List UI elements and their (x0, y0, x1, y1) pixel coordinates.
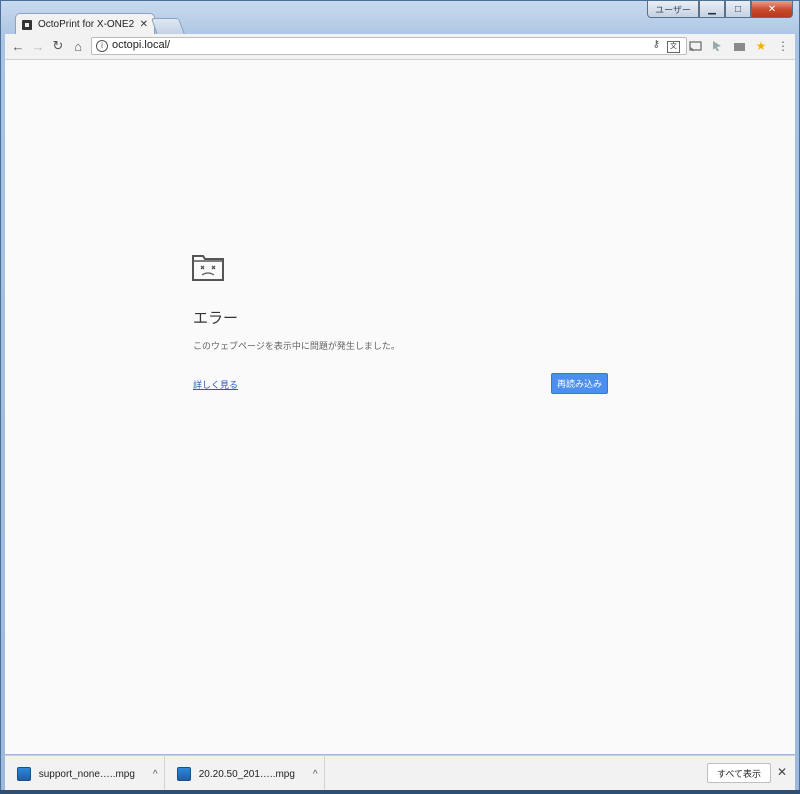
maximize-button[interactable]: □ (725, 1, 751, 18)
download-options-chevron-icon[interactable]: ^ (146, 769, 164, 780)
tab-octoprint[interactable]: OctoPrint for X-ONE2 ✕ (15, 13, 155, 35)
error-title: エラー (193, 310, 239, 327)
tab-strip: OctoPrint for X-ONE2 ✕ (9, 13, 649, 35)
key-icon[interactable]: ⚷ (653, 39, 660, 50)
extension-cursor-icon[interactable] (709, 38, 725, 54)
address-bar[interactable]: i octopi.local/ ⚷ 文 (91, 37, 687, 55)
download-filename: 20.20.50_201…..mpg (198, 768, 295, 780)
video-file-icon (177, 767, 191, 781)
close-download-shelf-icon[interactable]: ✕ (777, 765, 787, 779)
user-profile-button[interactable]: ユーザー (647, 1, 699, 18)
back-button[interactable]: ← (9, 37, 27, 55)
download-item[interactable]: 20.20.50_201…..mpg ^ (165, 756, 325, 792)
site-info-icon[interactable]: i (96, 40, 108, 52)
error-description: このウェブページを表示中に問題が発生しました。 (193, 341, 400, 351)
menu-icon[interactable]: ⋮ (775, 38, 791, 54)
extension-screen-icon[interactable] (731, 38, 747, 54)
home-icon[interactable]: ⌂ (69, 37, 87, 55)
url-text[interactable]: octopi.local/ (112, 39, 170, 51)
tab-close-icon[interactable]: ✕ (140, 19, 148, 30)
minimize-button[interactable]: ▁ (699, 1, 725, 18)
download-item[interactable]: support_none…..mpg ^ (5, 756, 165, 792)
forward-button[interactable]: → (29, 37, 47, 55)
browser-toolbar: ← → ↻ ⌂ i octopi.local/ ⚷ 文 ★ ⋮ (5, 34, 795, 60)
reload-button[interactable]: 再読み込み (551, 373, 608, 394)
browser-window: ユーザー ▁ □ ✕ OctoPrint for X-ONE2 ✕ ← → ↻ … (0, 0, 800, 794)
download-filename: support_none…..mpg (38, 768, 135, 780)
tab-title: OctoPrint for X-ONE2 (38, 19, 134, 30)
cast-icon[interactable] (687, 38, 703, 54)
bookmark-star-icon[interactable]: ★ (753, 38, 769, 54)
download-shelf: support_none…..mpg ^ 20.20.50_201…..mpg … (5, 755, 795, 792)
close-window-button[interactable]: ✕ (751, 1, 793, 18)
video-file-icon (17, 767, 31, 781)
show-all-downloads-button[interactable]: すべて表示 (707, 763, 771, 783)
new-tab-button[interactable] (150, 18, 186, 35)
reload-icon[interactable]: ↻ (49, 37, 67, 55)
window-caption-buttons: ユーザー ▁ □ ✕ (647, 1, 793, 18)
translate-icon[interactable]: 文 (667, 41, 680, 53)
octoprint-favicon-icon (22, 19, 32, 30)
error-page: エラー このウェブページを表示中に問題が発生しました。 詳しく見る 再読み込み (5, 60, 795, 754)
download-options-chevron-icon[interactable]: ^ (306, 769, 324, 780)
taskbar-edge (0, 790, 800, 794)
sad-folder-icon (192, 255, 224, 281)
details-link[interactable]: 詳しく見る (193, 378, 238, 391)
